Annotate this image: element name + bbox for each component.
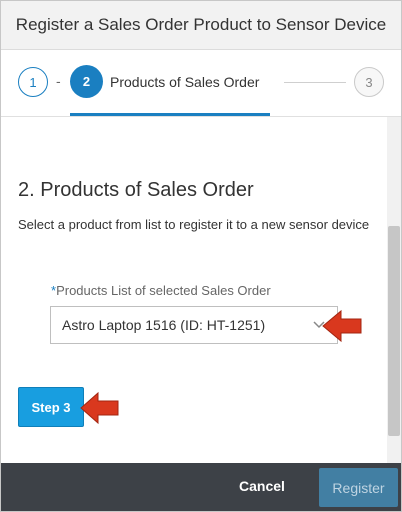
cancel-button[interactable]: Cancel xyxy=(239,478,285,494)
dialog-title: Register a Sales Order Product to Sensor… xyxy=(1,1,401,50)
products-list-label-text: Products List of selected Sales Order xyxy=(56,283,271,298)
scrollbar-thumb[interactable] xyxy=(388,226,400,436)
wizard-progress-bar: 1 - 2 Products of Sales Order 3 xyxy=(1,50,401,117)
selected-product: Astro Laptop 1516 (ID: HT-1251) xyxy=(62,317,266,333)
products-select[interactable]: Astro Laptop 1516 (ID: HT-1251) xyxy=(50,306,338,344)
red-arrow-icon xyxy=(322,309,362,343)
current-step-title: Products of Sales Order xyxy=(110,74,260,90)
step-separator: - xyxy=(56,73,61,89)
red-arrow-icon xyxy=(80,391,119,425)
step-content: 2. Products of Sales Order Select a prod… xyxy=(1,117,387,463)
dialog-footer: Cancel Register xyxy=(1,463,401,511)
products-list-label: *Products List of selected Sales Order xyxy=(51,283,271,298)
wizard-step-3[interactable]: 3 xyxy=(354,67,384,97)
progress-connector xyxy=(284,82,346,83)
section-title: 2. Products of Sales Order xyxy=(18,179,254,201)
wizard-step-2[interactable]: 2 xyxy=(70,65,103,98)
register-button[interactable]: Register xyxy=(319,468,398,507)
wizard-step-1[interactable]: 1 xyxy=(18,67,48,97)
step-3-button[interactable]: Step 3 xyxy=(18,387,84,427)
step-description: Select a product from list to register i… xyxy=(18,217,370,232)
register-dialog: Register a Sales Order Product to Sensor… xyxy=(0,0,402,512)
active-step-indicator xyxy=(70,113,270,116)
